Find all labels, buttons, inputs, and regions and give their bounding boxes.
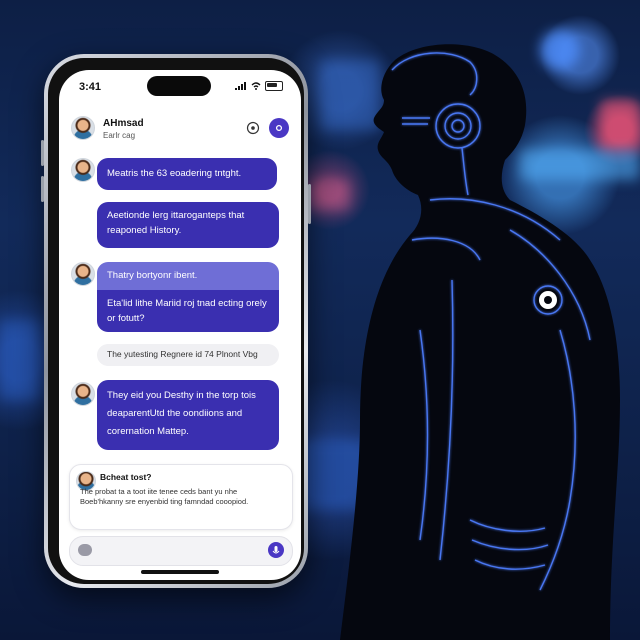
dynamic-island [147, 76, 211, 96]
chat-header: AHmsad Earlr cag [59, 110, 301, 150]
silhouette-body [340, 44, 620, 640]
more-icon[interactable] [269, 118, 289, 138]
home-indicator [141, 570, 219, 574]
card-title: Bcheat tost? [100, 472, 152, 482]
sender-avatar [71, 262, 95, 286]
power-button [308, 184, 311, 224]
sender-avatar [71, 382, 95, 406]
smartphone: 3:41 AHmsad Earlr cag Meatris the 63 eoa… [41, 54, 311, 588]
volume-button [41, 140, 44, 166]
message-bubble[interactable]: Aeetionde lerg ittaroganteps that reapon… [97, 202, 279, 248]
signal-icon [235, 82, 246, 90]
battery-icon [265, 81, 283, 91]
microphone-icon[interactable] [268, 542, 284, 558]
status-time: 3:41 [79, 81, 102, 93]
reply-card[interactable]: Bcheat tost? The probat ta a toot iite t… [69, 464, 293, 530]
status-icons [235, 81, 283, 91]
chat-screen: 3:41 AHmsad Earlr cag Meatris the 63 eoa… [59, 70, 301, 580]
message-bubble[interactable]: Eta'lid lithe Mariid roj tnad ecting ore… [97, 290, 279, 332]
phone-bezel: 3:41 AHmsad Earlr cag Meatris the 63 eoa… [48, 58, 304, 584]
phone-icon[interactable] [243, 118, 263, 138]
message-bubble[interactable]: They eid you Desthy in the torp tois dea… [97, 380, 279, 450]
system-message: The yutesting Regnere id 74 Plnont Vbg [97, 344, 279, 366]
card-text: The probat ta a toot iite tenee ceds ban… [80, 487, 249, 506]
sender-avatar [71, 158, 95, 182]
contact-status: Earlr cag [103, 131, 136, 140]
message-bubble[interactable]: Meatris the 63 eoadering tntght. [97, 158, 277, 190]
message-bubble[interactable]: Thatry bortyonr ibent. [97, 262, 279, 290]
volume-button [41, 176, 44, 202]
wifi-icon [251, 82, 261, 90]
message-input[interactable] [69, 536, 293, 566]
contact-avatar[interactable] [71, 116, 95, 140]
contact-name[interactable]: AHmsad [103, 118, 144, 129]
attachment-icon[interactable] [78, 544, 92, 556]
status-bar: 3:41 [59, 70, 301, 100]
